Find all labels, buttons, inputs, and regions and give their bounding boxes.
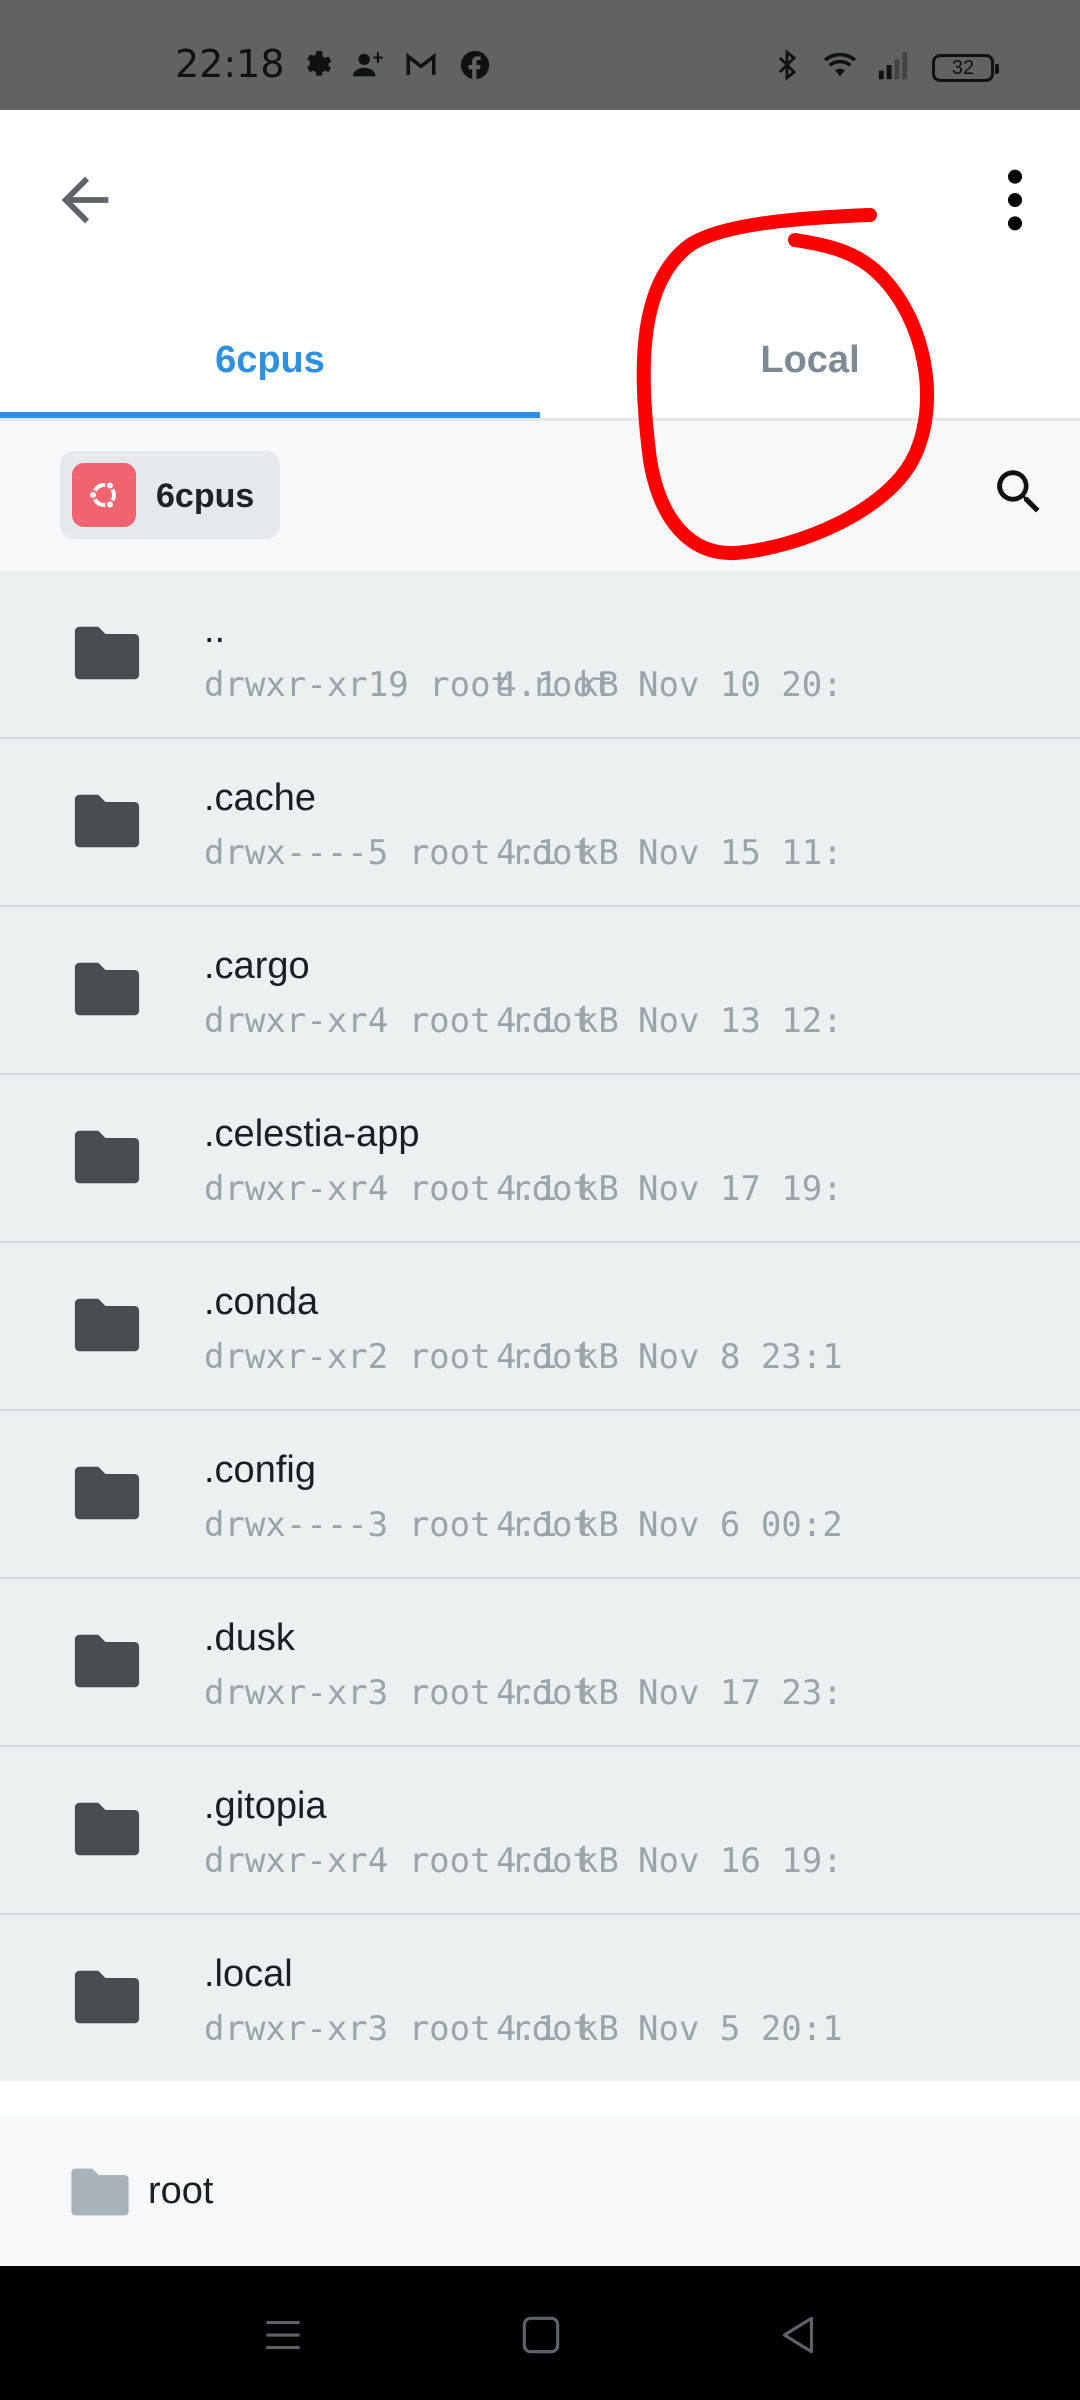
file-date: Nov 16 19: (638, 1841, 843, 1881)
file-date: Nov 10 20: (638, 665, 843, 705)
folder-icon (71, 2168, 129, 2216)
triangle-back-icon (782, 2316, 814, 2354)
settings-icon (300, 48, 334, 82)
file-size: 4.1 kB (496, 1841, 619, 1881)
folder-icon (74, 1466, 140, 1520)
folder-icon (74, 1130, 140, 1184)
arrow-back-icon (61, 176, 109, 224)
folder-icon (74, 626, 140, 680)
back-button[interactable] (50, 165, 120, 235)
file-name: .cache (204, 777, 316, 819)
file-row[interactable]: .config drwx----3 root root 4.1 kB Nov 6 00… (0, 1411, 1080, 1579)
host-bar: 6cpus (0, 421, 1080, 571)
file-size: 4.1 kB (496, 1001, 619, 1041)
file-date: Nov 8 23:1 (638, 1337, 843, 1377)
file-row[interactable]: .celestia-app drwxr-xr4 root root 4.1 kB No… (0, 1075, 1080, 1243)
file-name: .. (204, 609, 226, 651)
breadcrumb-item-root[interactable]: root (148, 2170, 213, 2213)
file-name: .gitopia (204, 1785, 327, 1827)
bluetooth-icon (770, 48, 804, 82)
file-row[interactable]: .. drwxr-xr19 root root 4.1 kB Nov 10 20: (0, 571, 1080, 739)
status-bar: 22:18 32 (0, 0, 1080, 110)
ubuntu-icon (72, 463, 136, 527)
add-person-icon (350, 48, 384, 82)
file-name: .config (204, 1449, 316, 1491)
search-icon (997, 470, 1040, 513)
signal-icon (870, 48, 916, 82)
file-size: 4.1 kB (496, 1337, 619, 1377)
folder-icon (74, 1634, 140, 1688)
file-row[interactable]: .local drwxr-xr3 root root 4.1 kB Nov 5 20:… (0, 1915, 1080, 2081)
folder-icon (74, 962, 140, 1016)
system-nav-bar (0, 2266, 1080, 2400)
file-size: 4.1 kB (496, 833, 619, 873)
file-name: .celestia-app (204, 1113, 420, 1155)
file-size: 4.1 kB (496, 1673, 619, 1713)
breadcrumb: root (0, 2116, 1080, 2266)
folder-icon (74, 1298, 140, 1352)
folder-icon (74, 1802, 140, 1856)
file-date: Nov 13 12: (638, 1001, 843, 1041)
file-row[interactable]: .cache drwx----5 root root 4.1 kB Nov 15 11… (0, 739, 1080, 907)
file-size: 4.1 kB (496, 2009, 619, 2049)
facebook-icon (458, 48, 492, 82)
folder-icon (74, 794, 140, 848)
folder-icon (74, 1970, 140, 2024)
file-name: .dusk (204, 1617, 295, 1659)
recents-button[interactable] (258, 2310, 308, 2360)
more-options-button[interactable] (990, 165, 1040, 235)
status-time: 22:18 (175, 42, 285, 86)
tab-6cpus[interactable]: 6cpus (0, 300, 540, 420)
file-row[interactable]: .dusk drwxr-xr3 root root 4.1 kB Nov 17 23: (0, 1579, 1080, 1747)
home-button[interactable] (516, 2310, 566, 2360)
file-row[interactable]: .gitopia drwxr-xr4 root root 4.1 kB Nov 16 … (0, 1747, 1080, 1915)
file-row[interactable]: .conda drwxr-xr2 root root 4.1 kB Nov 8 23:… (0, 1243, 1080, 1411)
host-chip[interactable]: 6cpus (60, 451, 280, 539)
back-nav-button[interactable] (774, 2310, 824, 2360)
file-size: 4.1 kB (496, 665, 619, 705)
host-name: 6cpus (156, 477, 255, 515)
file-list: .. drwxr-xr19 root root 4.1 kB Nov 10 20: .c… (0, 571, 1080, 2081)
battery-indicator: 32 (932, 54, 999, 82)
file-date: Nov 17 19: (638, 1169, 843, 1209)
more-vert-icon (1008, 169, 1022, 231)
file-date: Nov 17 23: (638, 1673, 843, 1713)
file-size: 4.1 kB (496, 1505, 619, 1545)
tab-local[interactable]: Local (540, 300, 1080, 420)
app-bar (0, 110, 1080, 300)
file-date: Nov 15 11: (638, 833, 843, 873)
file-row[interactable]: .cargo drwxr-xr4 root root 4.1 kB Nov 13 12… (0, 907, 1080, 1075)
menu-icon (266, 2320, 300, 2350)
file-date: Nov 5 20:1 (638, 2009, 843, 2049)
wifi-icon (818, 48, 862, 82)
file-name: .local (204, 1953, 293, 1995)
gmail-icon (404, 48, 438, 82)
tab-bar: 6cpus Local (0, 300, 1080, 420)
file-name: .cargo (204, 945, 310, 987)
search-button[interactable] (990, 463, 1048, 521)
file-size: 4.1 kB (496, 1169, 619, 1209)
file-name: .conda (204, 1281, 319, 1323)
square-icon (522, 2316, 560, 2354)
file-date: Nov 6 00:2 (638, 1505, 843, 1545)
